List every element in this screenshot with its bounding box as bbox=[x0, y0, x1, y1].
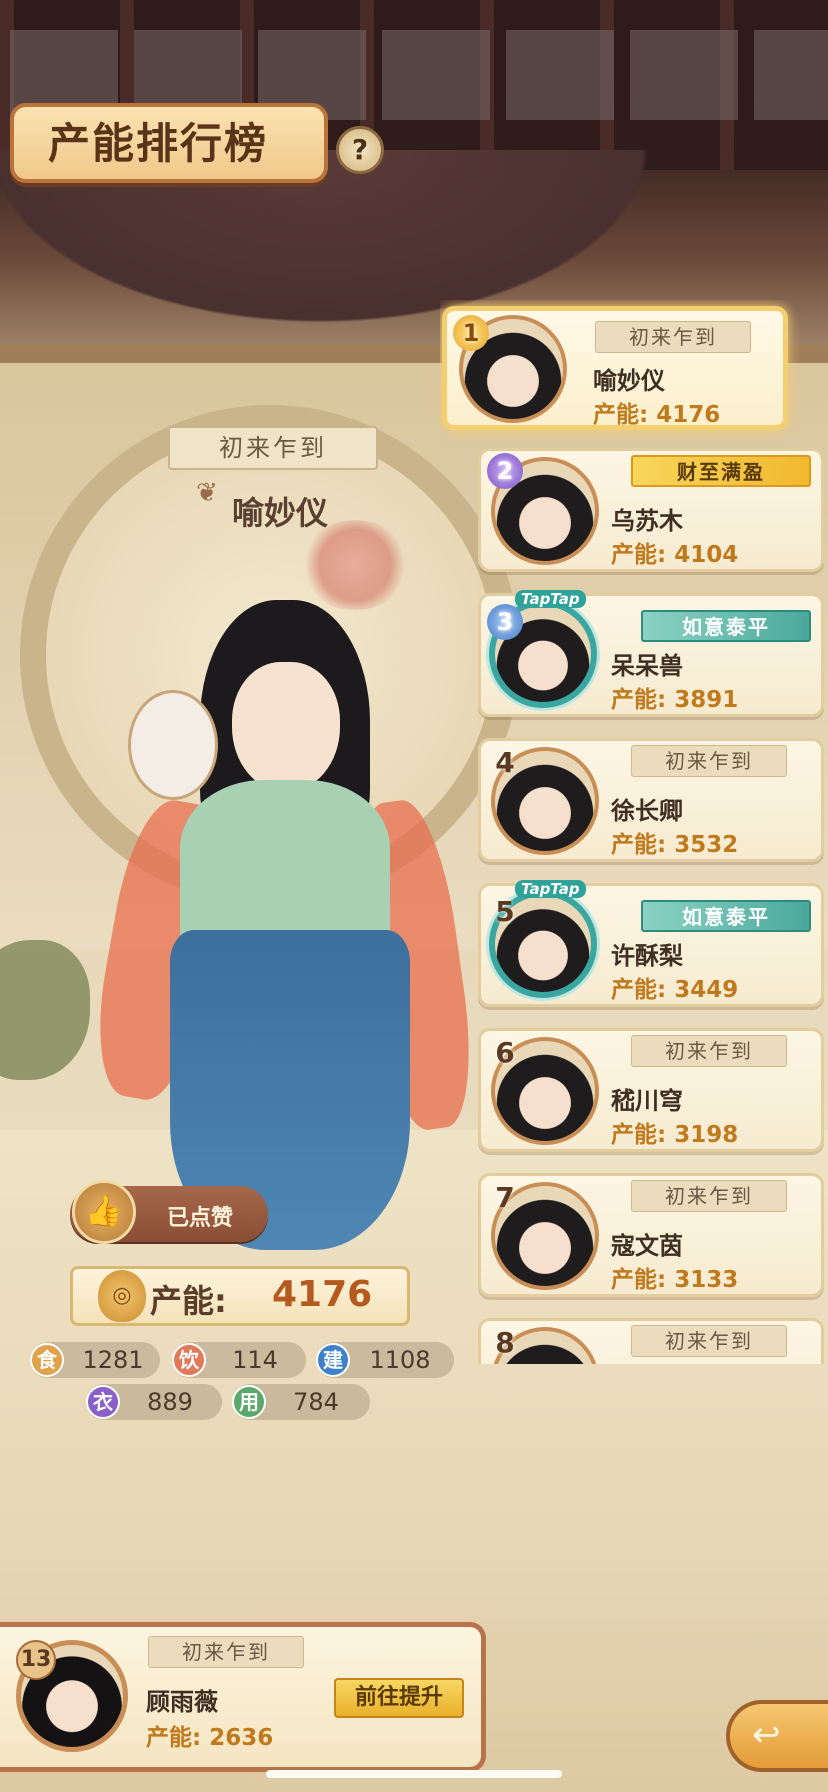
stat-clothing-value: 889 bbox=[147, 1388, 193, 1416]
like-button-label: 已点赞 bbox=[166, 1206, 233, 1231]
round-fan bbox=[128, 690, 218, 800]
character-robe bbox=[180, 780, 390, 950]
player-title-tag: 初来乍到 bbox=[631, 1180, 787, 1212]
stat-clothing: 衣 889 bbox=[86, 1384, 222, 1420]
player-capacity: 产能: 3449 bbox=[611, 977, 739, 1003]
stat-utility-value: 784 bbox=[293, 1388, 339, 1416]
stat-utility: 用 784 bbox=[232, 1384, 370, 1420]
player-title-tag: 财至满盈 bbox=[631, 455, 811, 487]
rank-badge: 7 bbox=[495, 1181, 515, 1214]
stat-drink-value: 114 bbox=[232, 1346, 278, 1374]
player-name: 徐长卿 bbox=[611, 797, 683, 825]
player-name: 呆呆兽 bbox=[611, 652, 683, 680]
clothing-icon: 衣 bbox=[86, 1385, 120, 1419]
capacity-label: 产能: bbox=[150, 1282, 227, 1320]
rank-card-5[interactable]: TapTap 5 如意泰平 许酥梨 产能: 3449 bbox=[478, 880, 824, 1007]
ranking-list[interactable]: 1 初来乍到 喻妙仪 产能: 4176 2 财至满盈 乌苏木 产能: 4104 … bbox=[440, 300, 828, 1364]
player-title-tag: 如意泰平 bbox=[641, 900, 811, 932]
rank-badge: 5 bbox=[495, 895, 515, 928]
rank-badge: 3 bbox=[487, 604, 523, 640]
rank-card-3[interactable]: TapTap 3 如意泰平 呆呆兽 产能: 3891 bbox=[478, 590, 824, 717]
my-title-tag: 初来乍到 bbox=[148, 1636, 304, 1668]
player-name: 嵇川穹 bbox=[611, 1087, 683, 1115]
rank-card-1[interactable]: 1 初来乍到 喻妙仪 产能: 4176 bbox=[442, 306, 788, 430]
utility-icon: 用 bbox=[232, 1385, 266, 1419]
rank-card-4[interactable]: 4 初来乍到 徐长卿 产能: 3532 bbox=[478, 738, 824, 862]
thumbs-up-icon[interactable]: 👍 bbox=[72, 1180, 136, 1244]
my-name: 顾雨薇 bbox=[146, 1688, 218, 1716]
character-title-banner: 初来乍到 bbox=[168, 426, 378, 470]
capacity-value: 4176 bbox=[272, 1274, 373, 1315]
my-capacity: 产能: 2636 bbox=[146, 1725, 274, 1751]
character-figure[interactable] bbox=[84, 600, 483, 1260]
character-face bbox=[232, 662, 340, 792]
stat-build: 建 1108 bbox=[316, 1342, 454, 1378]
player-name: 喻妙仪 bbox=[593, 367, 665, 395]
player-name: 乌苏木 bbox=[611, 507, 683, 535]
rank-card-6[interactable]: 6 初来乍到 嵇川穹 产能: 3198 bbox=[478, 1028, 824, 1152]
player-capacity: 产能: 3532 bbox=[611, 832, 739, 858]
taptap-logo: TapTap bbox=[515, 590, 586, 608]
player-capacity: 产能: 3133 bbox=[611, 1267, 739, 1293]
player-capacity: 产能: 4176 bbox=[593, 402, 721, 428]
stat-food: 食 1281 bbox=[30, 1342, 160, 1378]
food-icon: 食 bbox=[30, 1343, 64, 1377]
build-icon: 建 bbox=[316, 1343, 350, 1377]
rank-badge: 6 bbox=[495, 1036, 515, 1069]
money-bag-icon: ◎ bbox=[98, 1270, 146, 1322]
player-name: 寇文茵 bbox=[611, 1232, 683, 1260]
home-indicator[interactable] bbox=[266, 1770, 562, 1778]
page-title: 产能排行榜 bbox=[48, 119, 269, 168]
stat-build-value: 1108 bbox=[369, 1346, 431, 1374]
player-capacity: 产能: 3198 bbox=[611, 1122, 739, 1148]
my-rank-badge: 13 bbox=[16, 1640, 56, 1680]
player-capacity: 产能: 3891 bbox=[611, 687, 739, 713]
taptap-logo: TapTap bbox=[515, 880, 586, 898]
rank-card-7[interactable]: 7 初来乍到 寇文茵 产能: 3133 bbox=[478, 1173, 824, 1297]
character-name: 喻妙仪 bbox=[231, 494, 328, 532]
player-title-tag: 初来乍到 bbox=[631, 1325, 787, 1357]
improve-button[interactable]: 前往提升 bbox=[334, 1678, 464, 1718]
drink-icon: 饮 bbox=[172, 1343, 206, 1377]
player-title-tag: 初来乍到 bbox=[595, 321, 751, 353]
rank-badge: 4 bbox=[495, 746, 515, 779]
rank-card-2[interactable]: 2 财至满盈 乌苏木 产能: 4104 bbox=[478, 448, 824, 572]
player-title-tag: 初来乍到 bbox=[631, 745, 787, 777]
player-capacity: 产能: 4104 bbox=[611, 542, 739, 568]
rank-badge: 8 bbox=[495, 1326, 515, 1359]
player-title-tag: 如意泰平 bbox=[641, 610, 811, 642]
rank-badge: 2 bbox=[487, 453, 523, 489]
player-title-tag: 初来乍到 bbox=[631, 1035, 787, 1067]
back-arrow-icon[interactable]: ↩ bbox=[726, 1700, 828, 1772]
potted-plant bbox=[0, 940, 90, 1080]
stat-drink: 饮 114 bbox=[172, 1342, 306, 1378]
rank-card-8[interactable]: 8 初来乍到 bbox=[478, 1318, 824, 1364]
help-icon[interactable]: ? bbox=[336, 126, 384, 174]
stat-food-value: 1281 bbox=[82, 1346, 144, 1374]
rank-badge: 1 bbox=[453, 315, 489, 351]
player-name: 许酥梨 bbox=[611, 942, 683, 970]
